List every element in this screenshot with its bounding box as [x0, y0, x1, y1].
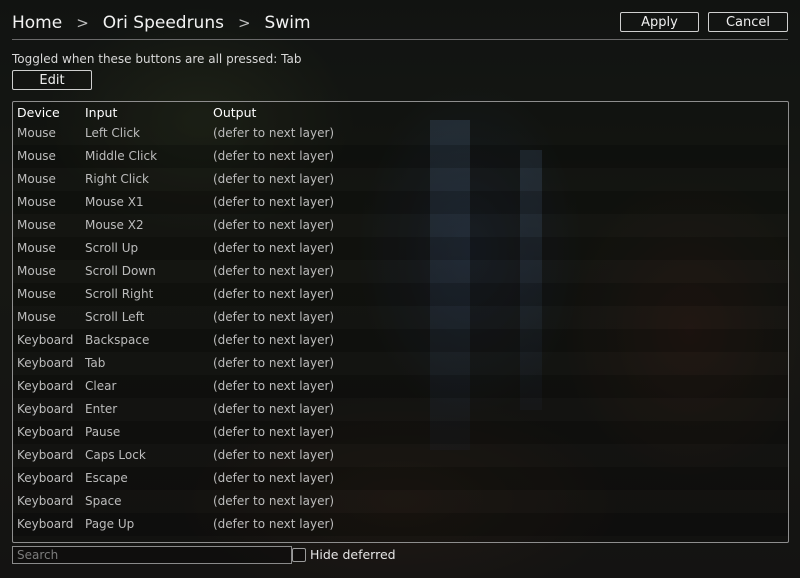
cell-output[interactable]: (defer to next layer) — [213, 379, 334, 393]
cell-output[interactable]: (defer to next layer) — [213, 195, 334, 209]
cell-input: Scroll Down — [85, 264, 156, 278]
hide-deferred-label[interactable]: Hide deferred — [310, 547, 396, 562]
cell-output[interactable]: (defer to next layer) — [213, 241, 334, 255]
cell-device: Mouse — [17, 172, 56, 186]
cell-output[interactable]: (defer to next layer) — [213, 149, 334, 163]
cell-device: Mouse — [17, 264, 56, 278]
table-row[interactable]: Keyboard Clear (defer to next layer) — [13, 375, 788, 398]
breadcrumb-separator: > — [237, 14, 251, 32]
cell-device: Keyboard — [17, 471, 74, 485]
column-header-device: Device — [17, 105, 60, 120]
cell-device: Keyboard — [17, 517, 74, 531]
cell-device: Mouse — [17, 149, 56, 163]
table-row[interactable]: Mouse Right Click (defer to next layer) — [13, 168, 788, 191]
cell-device: Mouse — [17, 218, 56, 232]
cell-input: Caps Lock — [85, 448, 146, 462]
cell-input: Mouse X2 — [85, 218, 144, 232]
cell-input: Clear — [85, 379, 117, 393]
cell-input: Mouse X1 — [85, 195, 144, 209]
cell-input: Right Click — [85, 172, 150, 186]
table-row[interactable]: Mouse Scroll Left (defer to next layer) — [13, 306, 788, 329]
cell-input: Tab — [85, 356, 106, 370]
column-header-output: Output — [213, 105, 257, 120]
cell-input: Backspace — [85, 333, 150, 347]
table-row[interactable]: Keyboard Enter (defer to next layer) — [13, 398, 788, 421]
breadcrumb-home[interactable]: Home — [12, 13, 62, 33]
cell-device: Keyboard — [17, 425, 74, 439]
cell-output[interactable]: (defer to next layer) — [213, 425, 334, 439]
cell-device: Mouse — [17, 195, 56, 209]
cell-output[interactable]: (defer to next layer) — [213, 471, 334, 485]
breadcrumb-profile[interactable]: Ori Speedruns — [103, 13, 224, 33]
cell-output[interactable]: (defer to next layer) — [213, 310, 334, 324]
cell-input: Scroll Left — [85, 310, 145, 324]
cell-device: Mouse — [17, 287, 56, 301]
breadcrumb-separator: > — [76, 14, 89, 32]
cell-device: Mouse — [17, 241, 56, 255]
table-row[interactable]: Keyboard Page Up (defer to next layer) — [13, 513, 788, 536]
cell-input: Left Click — [85, 126, 140, 140]
search-input[interactable] — [12, 546, 292, 564]
cell-device: Keyboard — [17, 402, 74, 416]
apply-button[interactable]: Apply — [620, 12, 699, 32]
cell-device: Mouse — [17, 310, 56, 324]
table-row[interactable]: Mouse Mouse X1 (defer to next layer) — [13, 191, 788, 214]
cell-device: Mouse — [17, 126, 56, 140]
cancel-button[interactable]: Cancel — [708, 12, 788, 32]
cell-output[interactable]: (defer to next layer) — [213, 333, 334, 347]
cell-device: Keyboard — [17, 494, 74, 508]
breadcrumb-layer: Swim — [264, 13, 311, 33]
column-header-input: Input — [85, 105, 118, 120]
table-header: Device Input Output — [13, 102, 788, 122]
cell-device: Keyboard — [17, 333, 74, 347]
cell-input: Scroll Right — [85, 287, 154, 301]
cell-output[interactable]: (defer to next layer) — [213, 356, 334, 370]
cell-input: Enter — [85, 402, 118, 416]
table-row[interactable]: Keyboard Tab (defer to next layer) — [13, 352, 788, 375]
table-row[interactable]: Keyboard Caps Lock (defer to next layer) — [13, 444, 788, 467]
cell-output[interactable]: (defer to next layer) — [213, 264, 334, 278]
bindings-table: Device Input Output Mouse Left Click (defe… — [12, 101, 789, 543]
cell-device: Keyboard — [17, 356, 74, 370]
cell-output[interactable]: (defer to next layer) — [213, 126, 334, 140]
cell-input: Escape — [85, 471, 128, 485]
table-body: Mouse Left Click (defer to next layer) Mous… — [13, 122, 788, 536]
cell-output[interactable]: (defer to next layer) — [213, 172, 334, 186]
cell-device: Keyboard — [17, 448, 74, 462]
table-row[interactable]: Mouse Scroll Up (defer to next layer) — [13, 237, 788, 260]
edit-button[interactable]: Edit — [12, 70, 92, 90]
cell-input: Space — [85, 494, 122, 508]
cell-device: Keyboard — [17, 379, 74, 393]
cell-output[interactable]: (defer to next layer) — [213, 287, 334, 301]
breadcrumb: Home > Ori Speedruns > Swim — [12, 10, 311, 36]
toggle-condition-text: Toggled when these buttons are all press… — [12, 52, 302, 66]
cell-output[interactable]: (defer to next layer) — [213, 517, 334, 531]
table-row[interactable]: Keyboard Backspace (defer to next layer) — [13, 329, 788, 352]
cell-output[interactable]: (defer to next layer) — [213, 402, 334, 416]
table-row[interactable]: Keyboard Escape (defer to next layer) — [13, 467, 788, 490]
table-row[interactable]: Mouse Mouse X2 (defer to next layer) — [13, 214, 788, 237]
cell-input: Pause — [85, 425, 121, 439]
cell-output[interactable]: (defer to next layer) — [213, 218, 334, 232]
cell-output[interactable]: (defer to next layer) — [213, 448, 334, 462]
header-divider — [12, 39, 788, 40]
table-row[interactable]: Mouse Scroll Down (defer to next layer) — [13, 260, 788, 283]
cell-input: Middle Click — [85, 149, 158, 163]
cell-input: Page Up — [85, 517, 135, 531]
cell-input: Scroll Up — [85, 241, 139, 255]
table-row[interactable]: Keyboard Space (defer to next layer) — [13, 490, 788, 513]
cell-output[interactable]: (defer to next layer) — [213, 494, 334, 508]
table-row[interactable]: Keyboard Pause (defer to next layer) — [13, 421, 788, 444]
table-row[interactable]: Mouse Middle Click (defer to next layer) — [13, 145, 788, 168]
table-row[interactable]: Mouse Scroll Right (defer to next layer) — [13, 283, 788, 306]
hide-deferred-checkbox[interactable] — [292, 548, 306, 562]
table-row[interactable]: Mouse Left Click (defer to next layer) — [13, 122, 788, 145]
